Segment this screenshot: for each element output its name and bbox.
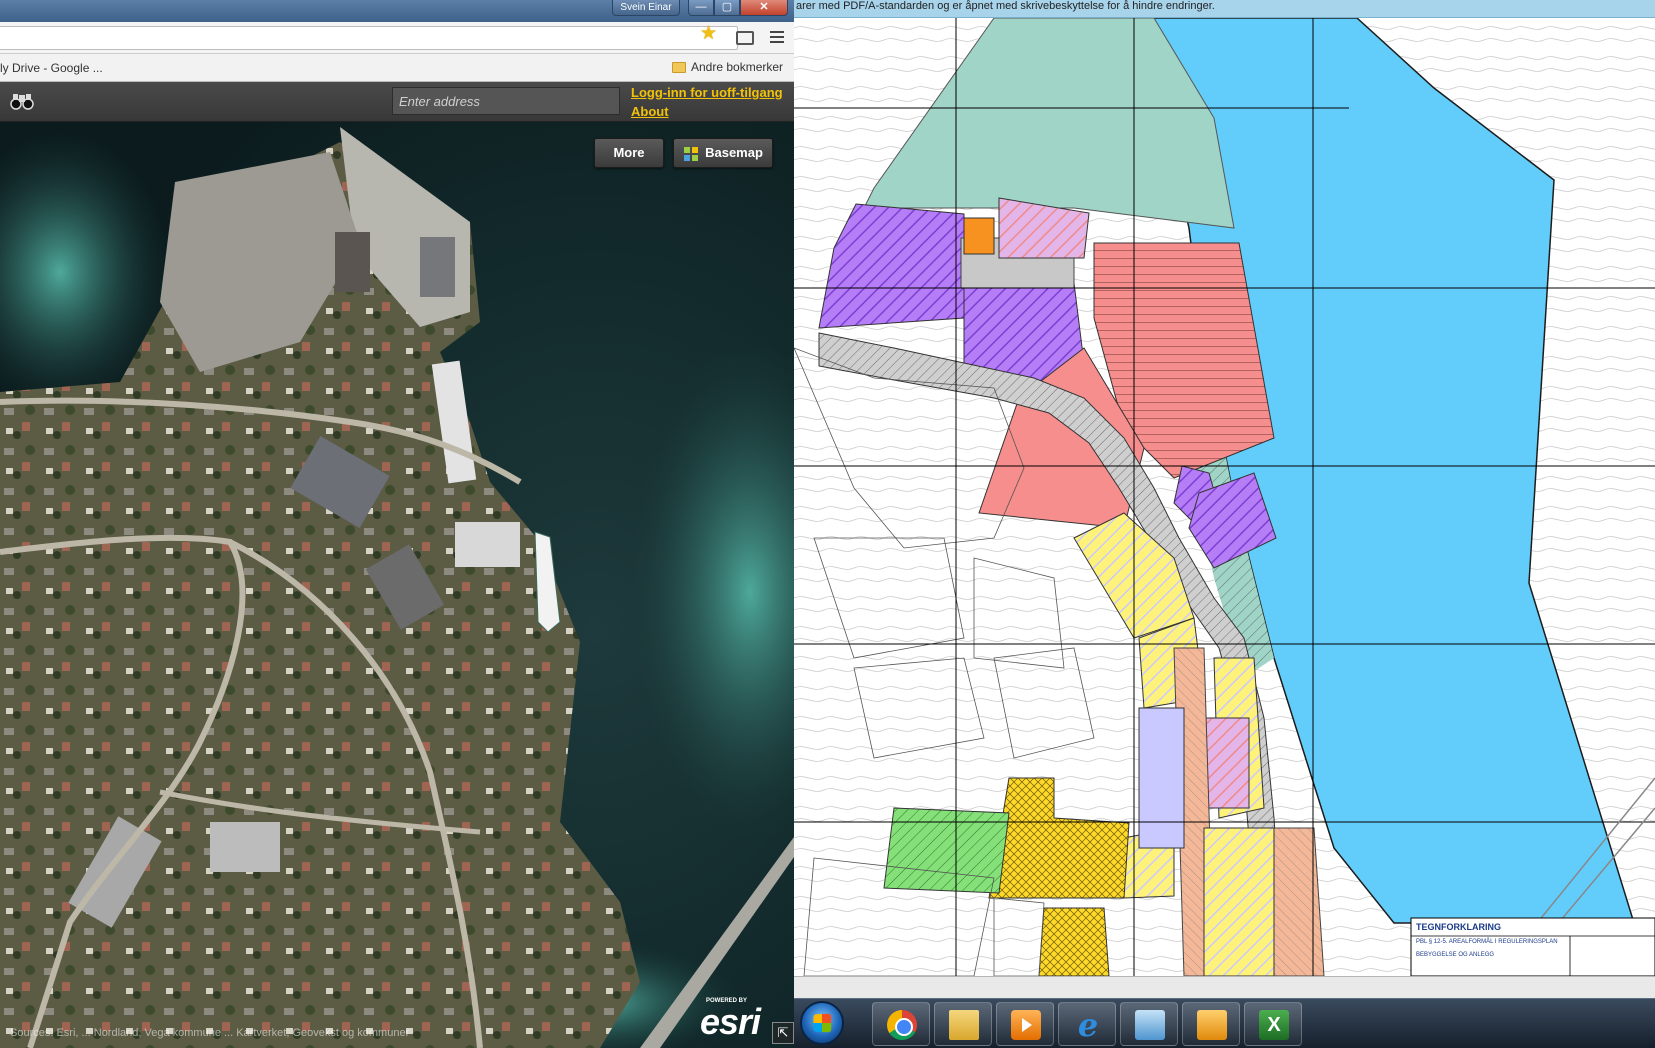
outlook-icon (1197, 1010, 1227, 1040)
cast-icon[interactable] (736, 31, 754, 45)
legend-line: PBL § 12-5. AREALFORMÅL I REGULERINGSPLA… (1416, 938, 1558, 945)
windows-taskbar: e X (794, 998, 1655, 1048)
start-button[interactable] (800, 1001, 844, 1045)
folder-explorer-icon (949, 1010, 979, 1040)
more-button[interactable]: More (594, 138, 664, 168)
taskbar-chrome[interactable] (872, 1002, 930, 1046)
maximize-button[interactable]: ▢ (714, 0, 740, 16)
about-link[interactable]: About (631, 104, 669, 119)
zoning-plan-canvas[interactable]: TEGNFORKLARING PBL § 12-5. AREALFORMÅL I… (794, 18, 1655, 976)
omnibox-input[interactable] (0, 26, 738, 50)
legend-sub: BEBYGGELSE OG ANLEGG (1416, 952, 1494, 958)
chrome-menu-icon[interactable] (770, 31, 784, 43)
expand-attribution-icon[interactable]: ⇱ (772, 1022, 794, 1044)
basemap-grid-icon (684, 147, 698, 161)
internet-explorer-icon: e (1077, 1006, 1099, 1044)
bookmarks-bar: ly Drive - Google ... Andre bokmerker (0, 54, 794, 82)
taskbar-internet-explorer[interactable]: e (1058, 1002, 1116, 1046)
taskbar-outlook[interactable] (1182, 1002, 1240, 1046)
binoculars-icon[interactable] (10, 91, 34, 111)
map-attribution: Sources: Esri, ... Nordland, Vega kommun… (10, 1027, 410, 1039)
address-search-input[interactable] (392, 87, 620, 115)
taskbar-explorer[interactable] (934, 1002, 992, 1046)
folder-icon (672, 61, 686, 73)
profile-button[interactable]: Svein Einar (612, 0, 680, 16)
basemap-label: Basemap (705, 145, 763, 160)
aerial-map[interactable]: More Basemap POWERED BY esri Sources: Es… (0, 122, 794, 1048)
chrome-icon (887, 1010, 917, 1040)
network-icon (1135, 1010, 1165, 1040)
taskbar-excel[interactable]: X (1244, 1002, 1302, 1046)
pdfa-info-bar: arer med PDF/A-standarden og er åpnet me… (794, 0, 1655, 18)
aerial-imagery (0, 122, 794, 1048)
pdf-bottom-edge (794, 976, 1655, 998)
other-bookmarks-label: Andre bokmerker (691, 60, 784, 74)
legend-title: TEGNFORKLARING (1416, 922, 1501, 932)
media-player-icon (1011, 1010, 1041, 1040)
taskbar-network[interactable] (1120, 1002, 1178, 1046)
window-titlebar[interactable]: Svein Einar — ▢ ✕ (0, 0, 794, 22)
address-bar: ★ (0, 22, 794, 54)
close-button[interactable]: ✕ (740, 0, 788, 16)
bookmark-item-drive[interactable]: ly Drive - Google ... (0, 61, 103, 75)
login-link[interactable]: Logg-inn for uoff-tilgang (631, 85, 783, 100)
pdf-viewer-window: arer med PDF/A-standarden og er åpnet me… (794, 0, 1655, 1048)
zoning-plan-drawing: TEGNFORKLARING PBL § 12-5. AREALFORMÅL I… (794, 18, 1655, 976)
excel-icon: X (1259, 1010, 1289, 1040)
minimize-button[interactable]: — (688, 0, 714, 16)
other-bookmarks[interactable]: Andre bokmerker (672, 60, 783, 74)
map-app-toolbar: Logg-inn for uoff-tilgang About (0, 82, 794, 122)
desktop-screen: Svein Einar — ▢ ✕ ★ ly Drive - Google ..… (0, 0, 1655, 1048)
bookmark-star-icon[interactable]: ★ (700, 24, 717, 44)
basemap-button[interactable]: Basemap (673, 138, 773, 168)
taskbar-media-player[interactable] (996, 1002, 1054, 1046)
esri-logo[interactable]: esri (700, 1004, 761, 1040)
browser-window: Svein Einar — ▢ ✕ ★ ly Drive - Google ..… (0, 0, 794, 1048)
